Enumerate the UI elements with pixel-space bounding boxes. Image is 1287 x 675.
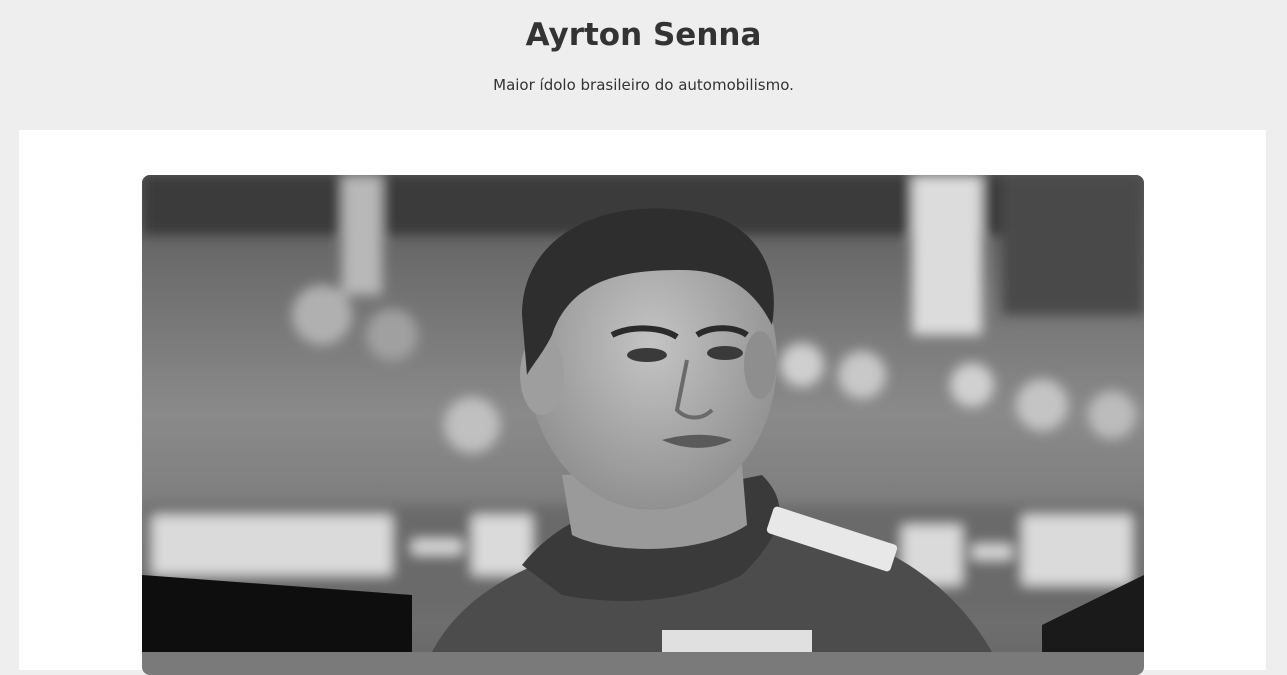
page-subtitle: Maior ídolo brasileiro do automobilismo. <box>493 76 794 94</box>
page-header: Ayrton Senna Maior ídolo brasileiro do a… <box>0 0 1287 130</box>
page-title: Ayrton Senna <box>525 17 762 53</box>
portrait-image <box>142 175 1144 652</box>
portrait-photo <box>142 175 1144 675</box>
main-content <box>19 130 1266 675</box>
